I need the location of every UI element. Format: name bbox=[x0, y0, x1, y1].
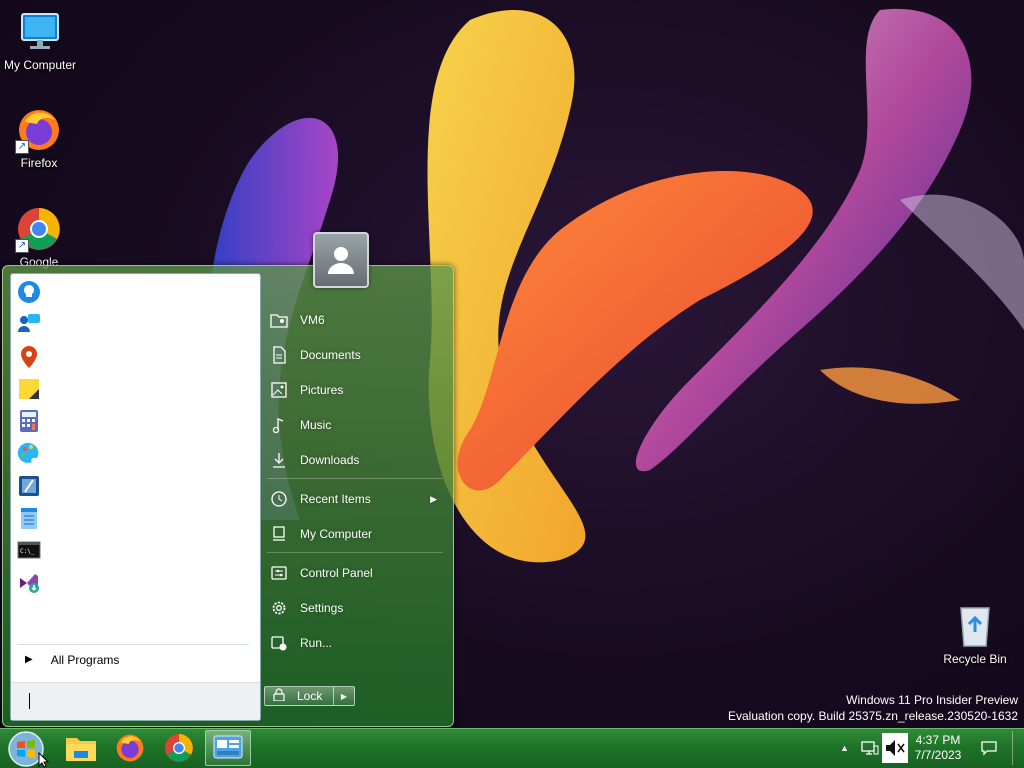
watermark-line1: Windows 11 Pro Insider Preview bbox=[846, 693, 1018, 707]
evaluation-watermark: Windows 11 Pro Insider Preview Evaluatio… bbox=[728, 692, 1018, 724]
desktop-icon-label: Firefox bbox=[20, 156, 58, 170]
shortcut-arrow-icon: ↗ bbox=[15, 140, 29, 154]
maps-icon[interactable] bbox=[15, 343, 43, 371]
all-programs-button[interactable]: ▶ All Programs bbox=[17, 644, 249, 674]
volume-muted-icon bbox=[886, 740, 905, 756]
start-item-label: Run... bbox=[300, 636, 333, 650]
mouse-cursor-icon bbox=[38, 752, 50, 768]
start-item-label: My Computer bbox=[300, 527, 373, 541]
start-item-downloads[interactable]: Downloads bbox=[265, 446, 449, 474]
desktop-icon-recycle-bin[interactable]: Recycle Bin bbox=[935, 602, 1015, 666]
download-icon bbox=[269, 450, 289, 470]
sticky-notes-icon[interactable] bbox=[15, 375, 43, 403]
control-panel-icon bbox=[269, 563, 289, 583]
taskbar-file-explorer[interactable] bbox=[58, 730, 104, 766]
show-hidden-icons-button[interactable]: ▲ bbox=[840, 730, 849, 766]
pinned-apps-list: C:\_ bbox=[15, 278, 45, 601]
firefox-icon bbox=[116, 734, 144, 762]
network-icon bbox=[861, 741, 879, 755]
taskbar-control-panel[interactable] bbox=[205, 730, 251, 766]
lock-button[interactable]: Lock bbox=[264, 686, 334, 706]
desktop-icon-firefox[interactable]: ↗ Firefox bbox=[0, 106, 79, 170]
clock-icon bbox=[269, 489, 289, 509]
paint-icon[interactable] bbox=[15, 439, 43, 467]
start-item-label: Downloads bbox=[300, 453, 360, 467]
chrome-icon bbox=[165, 734, 193, 762]
taskbar-firefox[interactable] bbox=[107, 730, 153, 766]
firefox-icon: ↗ bbox=[15, 106, 63, 154]
user-account-picture[interactable] bbox=[313, 232, 369, 288]
all-programs-label: All Programs bbox=[50, 652, 120, 667]
volume-tray-button[interactable] bbox=[882, 730, 908, 766]
user-avatar-icon bbox=[328, 247, 354, 274]
start-item-label: Recent Items bbox=[300, 492, 371, 506]
show-desktop-button[interactable] bbox=[1012, 731, 1022, 765]
music-icon bbox=[269, 415, 289, 435]
gear-icon bbox=[269, 598, 289, 618]
start-item-recent-items[interactable]: Recent Items ▶ bbox=[265, 485, 449, 513]
clock-date: 7/7/2023 bbox=[914, 748, 962, 762]
lock-label: Lock bbox=[297, 689, 323, 703]
submenu-arrow-icon: ▶ bbox=[430, 493, 437, 504]
start-item-label: Documents bbox=[300, 348, 361, 362]
monitor-icon bbox=[16, 8, 64, 56]
notifications-button[interactable] bbox=[981, 730, 997, 766]
start-item-label: Settings bbox=[300, 601, 344, 615]
start-menu-programs-pane: C:\_ ▶ All Programs bbox=[10, 273, 261, 721]
start-item-label: Music bbox=[300, 418, 332, 432]
terminal-icon[interactable]: C:\_ bbox=[15, 536, 43, 564]
start-search-input[interactable] bbox=[11, 682, 260, 720]
start-item-run[interactable]: Run... bbox=[265, 629, 449, 657]
svg-text:C:\_: C:\_ bbox=[20, 548, 35, 555]
file-explorer-icon bbox=[66, 738, 96, 761]
notepad-icon[interactable] bbox=[15, 504, 43, 532]
tips-icon[interactable] bbox=[15, 278, 43, 306]
run-icon bbox=[269, 633, 289, 653]
start-item-label: VM6 bbox=[300, 313, 325, 327]
watermark-line2: Evaluation copy. Build 25375.zn_release.… bbox=[728, 709, 1018, 723]
control-panel-icon bbox=[213, 735, 243, 759]
desktop-icon-my-computer[interactable]: My Computer bbox=[0, 8, 80, 72]
start-item-label: Control Panel bbox=[300, 566, 373, 580]
start-item-control-panel[interactable]: Control Panel bbox=[265, 559, 449, 587]
calculator-icon[interactable] bbox=[15, 407, 43, 435]
start-item-settings[interactable]: Settings bbox=[265, 594, 449, 622]
desktop-icon-label: My Computer bbox=[3, 58, 77, 72]
start-item-label: Pictures bbox=[300, 383, 344, 397]
computer-icon bbox=[269, 524, 289, 544]
taskbar-clock[interactable]: 4:37 PM 7/7/2023 bbox=[910, 733, 966, 763]
notification-icon bbox=[981, 741, 997, 756]
visual-studio-installer-icon[interactable] bbox=[15, 569, 43, 597]
start-item-user-folder[interactable]: VM6 bbox=[265, 306, 449, 334]
recycle-bin-icon bbox=[951, 602, 999, 650]
start-item-documents[interactable]: Documents bbox=[265, 341, 449, 369]
start-item-music[interactable]: Music bbox=[265, 411, 449, 439]
lock-icon bbox=[273, 688, 285, 704]
separator bbox=[267, 478, 443, 479]
volume-icon-highlight bbox=[882, 733, 908, 763]
desktop-icon-label: Recycle Bin bbox=[943, 652, 1007, 666]
separator bbox=[267, 552, 443, 553]
chevron-right-icon: ▶ bbox=[25, 654, 33, 665]
shortcut-arrow-icon: ↗ bbox=[15, 239, 29, 253]
chrome-icon: ↗ bbox=[15, 205, 63, 253]
clock-time: 4:37 PM bbox=[915, 733, 961, 747]
text-caret bbox=[29, 693, 30, 709]
chevron-right-icon: ▶ bbox=[340, 691, 348, 701]
document-icon bbox=[269, 345, 289, 365]
start-menu: C:\_ ▶ All Programs VM6 Documents Pictur… bbox=[2, 265, 454, 727]
user-folder-icon bbox=[269, 310, 289, 330]
desktop-icon-google[interactable]: ↗ Google bbox=[0, 205, 79, 269]
network-tray-button[interactable] bbox=[861, 730, 879, 766]
get-help-icon[interactable] bbox=[15, 310, 43, 338]
chevron-up-icon: ▲ bbox=[840, 743, 849, 753]
picture-icon bbox=[269, 380, 289, 400]
taskbar-chrome[interactable] bbox=[156, 730, 202, 766]
power-options-button[interactable]: ▶ bbox=[334, 686, 355, 706]
start-item-pictures[interactable]: Pictures bbox=[265, 376, 449, 404]
start-item-my-computer[interactable]: My Computer bbox=[265, 520, 449, 548]
snipping-tool-icon[interactable] bbox=[15, 472, 43, 500]
